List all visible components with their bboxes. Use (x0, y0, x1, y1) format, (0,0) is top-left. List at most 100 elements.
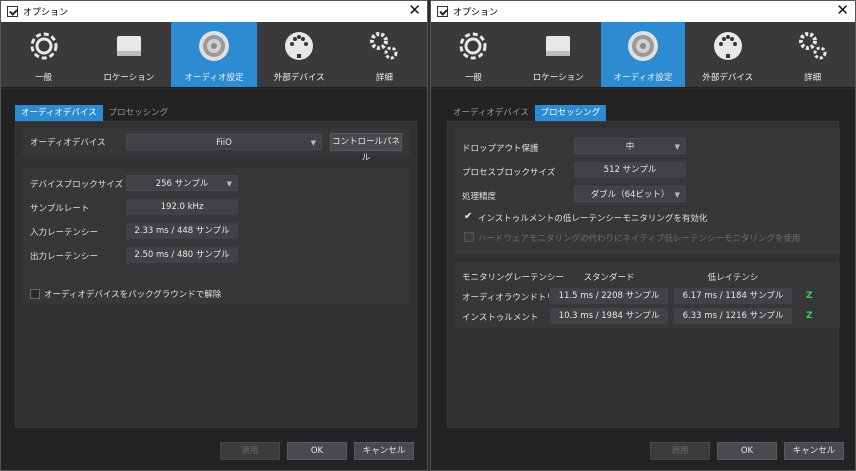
process-block-value: 512 サンプル (574, 162, 686, 178)
precision-label: 処理精度 (462, 192, 497, 202)
sample-rate-label: サンプルレート (30, 204, 90, 214)
category-toolbar: 一般 ロケーション オーディオ設定 外部デバイス 詳細 (431, 22, 855, 88)
content-area: オーディオデバイス プロセッシング ドロップアウト保護 中 ▼ プロセスブロック… (431, 89, 855, 470)
tab-bar: オーディオデバイス プロセッシング (447, 105, 607, 121)
chevron-down-icon: ▼ (310, 139, 316, 147)
category-label: 一般 (464, 73, 482, 83)
processing-section: ドロップアウト保護 中 ▼ プロセスブロックサイズ 512 サンプル 処理精度 … (454, 128, 840, 254)
process-block-label: プロセスブロックサイズ (462, 168, 556, 178)
block-size-value: 256 サンプル (155, 179, 209, 189)
control-panel-button[interactable]: コントロールパネル (330, 133, 402, 163)
chevron-down-icon: ▼ (674, 143, 680, 151)
roundtrip-standard: 11.5 ms / 2208 サンプル (550, 288, 668, 304)
tab-audio-device[interactable]: オーディオデバイス (447, 105, 535, 121)
low-latency-indicator-icon: Z (806, 311, 813, 321)
content-area: オーディオデバイス プロセッシング オーディオデバイス FiiO ▼ コントロー… (1, 89, 427, 470)
category-label: ロケーション (532, 73, 584, 83)
ok-button[interactable]: OK (287, 442, 347, 460)
native-monitor-checkbox[interactable] (464, 232, 474, 242)
app-icon (437, 6, 448, 17)
options-window-right: オプション ✕ 一般 ロケーション オーディオ設定 外部デバイス 詳細 オーディ… (430, 0, 856, 471)
low-latency-indicator-icon: Z (806, 291, 813, 301)
tab-bar: オーディオデバイス プロセッシング (15, 105, 174, 121)
gears-icon (798, 32, 827, 60)
apply-button[interactable]: 適用 (650, 442, 710, 460)
instrument-monitor-label: インストゥルメントの低レーテンシーモニタリングを有効化 (478, 214, 708, 224)
category-external-devices[interactable]: 外部デバイス (685, 22, 770, 87)
settings-panel: オーディオデバイス FiiO ▼ コントロールパネル デバイスブロックサイズ 2… (15, 121, 417, 428)
category-advanced[interactable]: 詳細 (770, 22, 855, 87)
block-size-label: デバイスブロックサイズ (30, 180, 123, 190)
settings-panel: ドロップアウト保護 中 ▼ プロセスブロックサイズ 512 サンプル 処理精度 … (447, 121, 840, 428)
speaker-icon (627, 31, 658, 61)
gears-icon (370, 32, 398, 60)
block-size-dropdown[interactable]: 256 サンプル ▼ (126, 175, 238, 191)
apply-button[interactable]: 適用 (220, 442, 280, 460)
title-bar: オプション ✕ (431, 1, 855, 22)
app-icon (7, 6, 18, 17)
output-latency-value: 2.50 ms / 480 サンプル (126, 247, 238, 263)
ok-button[interactable]: OK (717, 442, 777, 460)
device-dropdown[interactable]: FiiO ▼ (126, 134, 322, 150)
window-title: オプション (453, 8, 499, 18)
category-label: 一般 (35, 73, 53, 83)
instrument-low: 6.33 ms / 1216 サンプル (674, 308, 792, 324)
midi-icon (713, 32, 742, 60)
instrument-monitor-checkbox[interactable]: ✔ (464, 212, 474, 222)
close-button[interactable]: ✕ (836, 2, 849, 19)
dropout-value: 中 (625, 142, 635, 152)
gear-icon (459, 32, 487, 60)
dropout-dropdown[interactable]: 中 ▼ (574, 138, 686, 154)
roundtrip-low: 6.17 ms / 1184 サンプル (674, 288, 792, 304)
device-section: オーディオデバイス FiiO ▼ コントロールパネル (22, 128, 410, 163)
device-label: オーディオデバイス (30, 138, 106, 148)
midi-icon (285, 32, 314, 60)
category-audio-settings[interactable]: オーディオ設定 (171, 22, 257, 87)
window-title: オプション (23, 8, 69, 18)
col-standard: スタンダード (583, 273, 635, 283)
category-label: 外部デバイス (273, 73, 325, 83)
cancel-button[interactable]: キャンセル (354, 442, 414, 460)
precision-value: ダブル（64ビット） (590, 190, 670, 200)
speaker-icon (199, 31, 229, 61)
drive-icon (116, 36, 141, 56)
instrument-label: インストゥルメント (462, 313, 539, 323)
precision-dropdown[interactable]: ダブル（64ビット） ▼ (574, 186, 686, 202)
sample-rate-value: 192.0 kHz (126, 199, 238, 215)
category-label: ロケーション (103, 73, 155, 83)
tab-processing[interactable]: プロセッシング (534, 105, 607, 121)
close-button[interactable]: ✕ (408, 2, 421, 19)
category-general[interactable]: 一般 (1, 22, 86, 87)
instrument-standard: 10.3 ms / 1984 サンプル (550, 308, 668, 324)
tab-audio-device[interactable]: オーディオデバイス (15, 105, 103, 121)
category-external-devices[interactable]: 外部デバイス (257, 22, 342, 87)
category-advanced[interactable]: 詳細 (342, 22, 427, 87)
category-location[interactable]: ロケーション (86, 22, 171, 87)
category-label: 詳細 (375, 73, 393, 83)
chevron-down-icon: ▼ (226, 180, 232, 188)
monitoring-latency-section: モニタリングレーテンシー スタンダード 低レイテンシ オーディオラウンドトリップ… (454, 262, 840, 328)
chevron-down-icon: ▼ (674, 191, 680, 199)
bg-release-checkbox[interactable] (30, 289, 40, 299)
category-label: オーディオ設定 (613, 73, 673, 83)
col-low-latency: 低レイテンシ (707, 273, 759, 283)
input-latency-value: 2.33 ms / 448 サンプル (126, 223, 238, 239)
device-value: FiiO (216, 138, 232, 148)
cancel-button[interactable]: キャンセル (784, 442, 844, 460)
category-label: 外部デバイス (702, 73, 754, 83)
monitoring-header: モニタリングレーテンシー (462, 273, 565, 283)
device-info-section: デバイスブロックサイズ 256 サンプル ▼ サンプルレート 192.0 kHz… (22, 168, 410, 304)
category-audio-settings[interactable]: オーディオ設定 (600, 22, 686, 87)
category-label: オーディオ設定 (184, 73, 244, 83)
category-general[interactable]: 一般 (431, 22, 516, 87)
category-location[interactable]: ロケーション (516, 22, 601, 87)
gear-icon (30, 32, 58, 60)
output-latency-label: 出力レーテンシー (30, 252, 99, 262)
dropout-label: ドロップアウト保護 (462, 144, 539, 154)
tab-processing[interactable]: プロセッシング (103, 105, 175, 121)
native-monitor-label: ハードウェアモニタリングの代わりにネイティブ低レーテンシーモニタリングを使用 (478, 234, 801, 244)
category-toolbar: 一般 ロケーション オーディオ設定 外部デバイス 詳細 (1, 22, 427, 88)
drive-icon (546, 36, 571, 56)
title-bar: オプション ✕ (1, 1, 427, 22)
options-window-left: オプション ✕ 一般 ロケーション オーディオ設定 外部デバイス 詳細 オーディ… (0, 0, 428, 471)
